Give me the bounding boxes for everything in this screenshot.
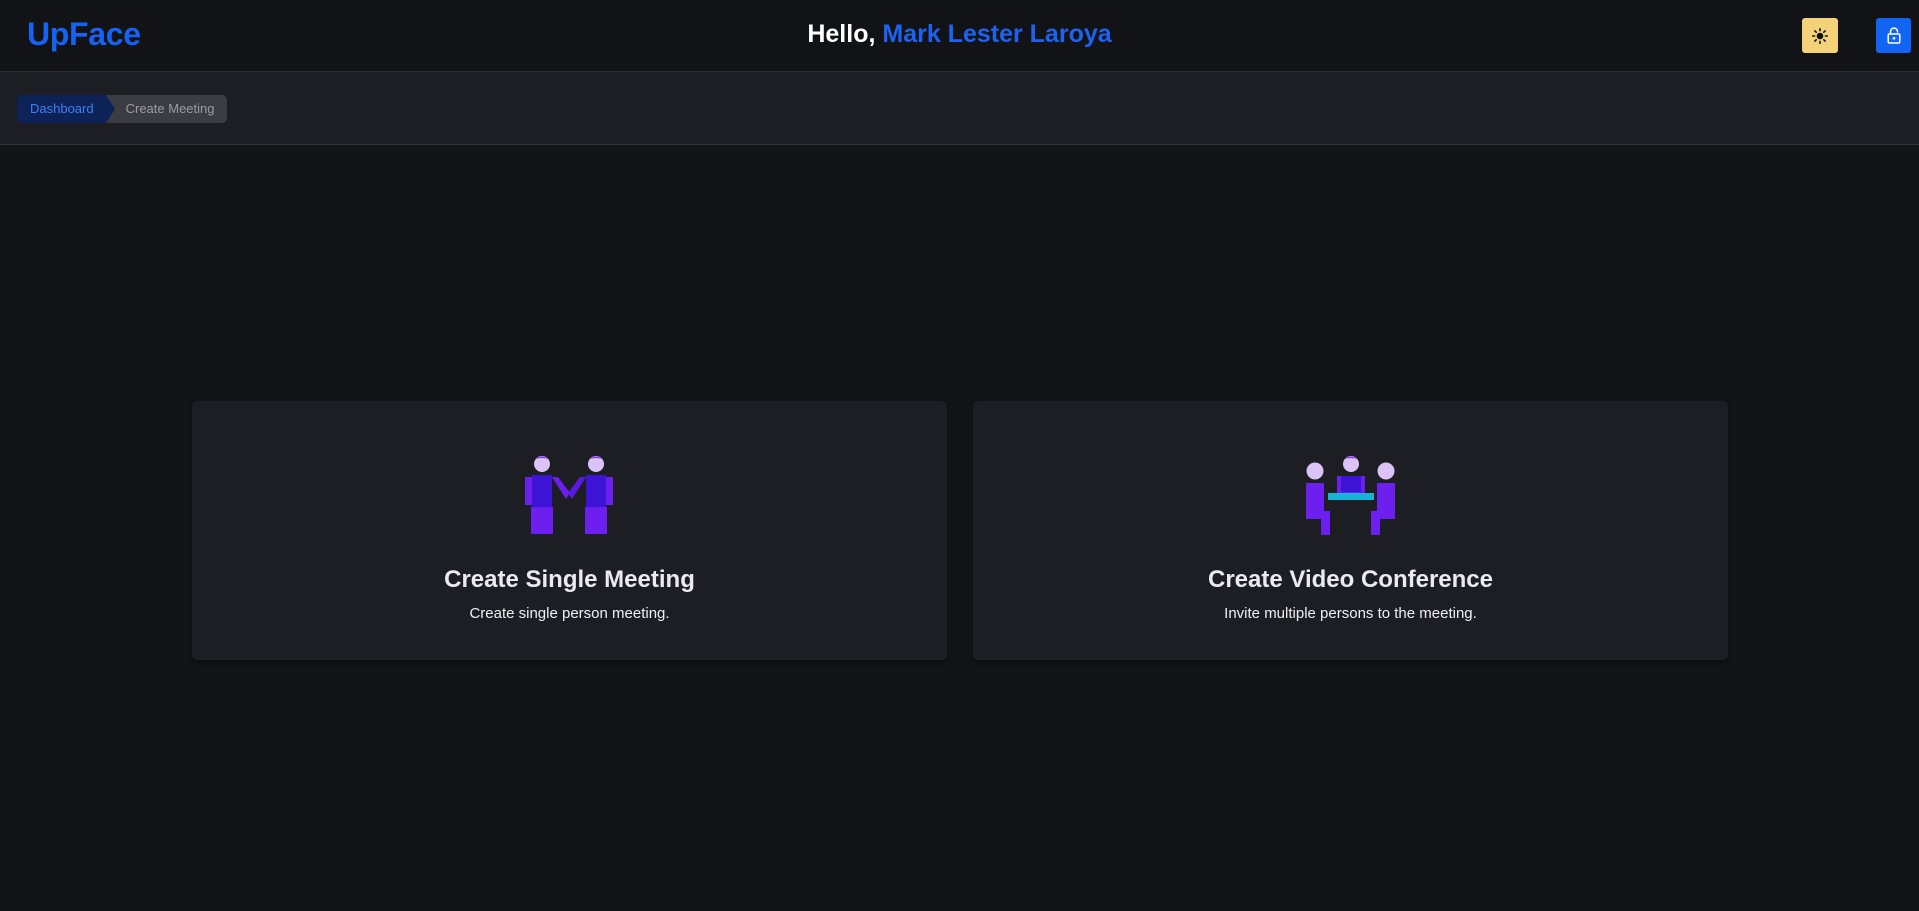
card-description: Create single person meeting. (469, 605, 670, 622)
greeting-hello: Hello, (807, 20, 876, 48)
greeting: Hello, Mark Lester Laroya (0, 20, 1919, 49)
breadcrumb-item-dashboard[interactable]: Dashboard (17, 95, 115, 123)
card-description: Invite multiple persons to the meeting. (1224, 605, 1477, 622)
breadcrumb: Dashboard Create Meeting (17, 95, 227, 123)
breadcrumb-item-create-meeting: Create Meeting (105, 95, 227, 123)
create-single-meeting-card[interactable]: Create Single Meeting Create single pers… (192, 401, 947, 660)
top-navbar: UpFace Hello, Mark Lester Laroya (0, 0, 1919, 72)
two-people-holding-hands-icon (524, 456, 613, 534)
meeting-around-table-icon (1305, 456, 1395, 535)
logout-button[interactable] (1876, 18, 1911, 53)
card-title: Create Single Meeting (444, 566, 695, 593)
sun-icon (1812, 27, 1828, 44)
user-name: Mark Lester Laroya (882, 20, 1112, 48)
theme-toggle-button[interactable] (1802, 18, 1838, 53)
breadcrumb-bar: Dashboard Create Meeting (0, 72, 1919, 145)
card-title: Create Video Conference (1208, 566, 1493, 593)
lock-icon (1886, 27, 1901, 44)
create-video-conference-card[interactable]: Create Video Conference Invite multiple … (973, 401, 1728, 660)
